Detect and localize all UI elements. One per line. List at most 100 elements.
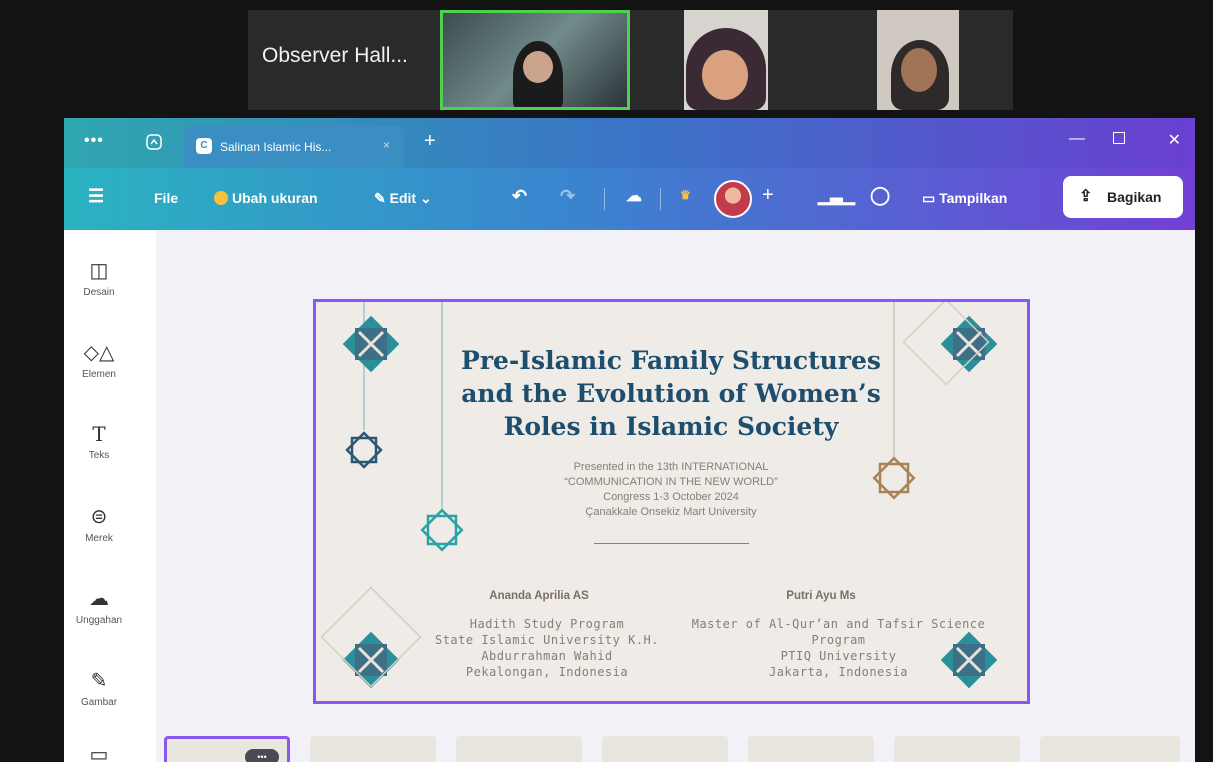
sidebar-item-brand[interactable]: ⊜ Merek — [64, 504, 134, 544]
author-2-affiliation[interactable]: Master of Al-Qur’an and Tafsir Science P… — [676, 616, 1001, 680]
sidebar-item-label: Merek — [85, 533, 113, 544]
title-line: and the Evolution of Women’s — [461, 379, 881, 408]
page-thumbnail[interactable] — [748, 736, 874, 762]
title-bar: ••• C Salinan Islamic His... × + — ✕ — [64, 118, 1195, 168]
hamburger-menu-icon[interactable]: ☰ — [88, 186, 104, 207]
sidebar-item-uploads[interactable]: ☁ Unggahan — [64, 586, 134, 626]
affiliation-line: Jakarta, Indonesia — [768, 665, 909, 679]
page-thumbnail[interactable] — [456, 736, 582, 762]
sidebar-item-label: Unggahan — [75, 615, 123, 626]
text-icon: T — [92, 422, 106, 446]
toolbar-divider — [660, 188, 661, 210]
author-2-name[interactable]: Putri Ayu Ms — [736, 590, 906, 602]
toolbar-divider — [604, 188, 605, 210]
present-icon: ▭ — [922, 190, 940, 206]
more-menu-icon[interactable]: ••• — [84, 132, 104, 150]
minimize-icon[interactable]: — — [1069, 130, 1085, 148]
ornament-tile-icon — [940, 315, 998, 373]
present-button[interactable]: ▭ Tampilkan — [922, 190, 1007, 207]
title-line: Roles in Islamic Society — [503, 412, 839, 441]
affiliation-line: State Islamic University K.H. — [434, 633, 659, 647]
slide-title[interactable]: Pre-Islamic Family Structures and the Ev… — [436, 344, 906, 443]
star-outline-icon — [345, 431, 383, 469]
shapes-icon: ◇△ — [83, 342, 115, 364]
presented-at-text[interactable]: Presented in the 13th INTERNATIONAL “COM… — [496, 460, 846, 520]
sidebar-item-label: Gambar — [80, 697, 118, 708]
crown-icon — [214, 191, 228, 205]
edit-menu[interactable]: ✎ Edit ⌄ — [374, 190, 432, 207]
share-label: Bagikan — [1107, 189, 1162, 205]
sidebar-item-draw[interactable]: ✎ Gambar — [64, 668, 134, 708]
folder-icon: ▭ — [89, 744, 109, 762]
file-menu[interactable]: File — [154, 190, 178, 206]
close-window-icon[interactable]: ✕ — [1168, 130, 1181, 150]
crown-icon[interactable]: ♛ — [680, 188, 691, 202]
edit-label: Edit — [389, 190, 417, 206]
tab-title: Salinan Islamic His... — [220, 140, 332, 154]
affiliation-line: Master of Al-Qur’an and Tafsir Science — [691, 617, 986, 631]
avatar[interactable] — [714, 180, 752, 218]
screen: Observer Hall... ••• C Salinan Islamic H… — [0, 0, 1213, 762]
share-upload-icon: ⇪ — [1079, 188, 1093, 205]
presented-line: Presented in the 13th INTERNATIONAL — [573, 461, 769, 473]
brand-icon: ⊜ — [90, 506, 108, 528]
video-call-strip: Observer Hall... — [248, 10, 1013, 110]
resize-button[interactable]: Ubah ukuran — [214, 190, 318, 206]
undo-icon[interactable]: ↶ — [512, 186, 527, 207]
present-label: Tampilkan — [939, 190, 1008, 206]
add-collaborator-icon[interactable]: + — [762, 184, 774, 207]
sidebar-item-label: Desain — [83, 287, 115, 298]
page-thumbnail[interactable] — [310, 736, 436, 762]
home-icon[interactable] — [144, 133, 164, 153]
layout-icon: ◫ — [89, 260, 109, 282]
presented-line: Congress 1-3 October 2024 — [603, 491, 739, 503]
cloud-saved-icon[interactable]: ☁ — [626, 186, 642, 206]
page-thumbnail[interactable] — [1040, 736, 1180, 762]
page-thumbnail[interactable]: ••• — [164, 736, 290, 762]
close-tab-icon[interactable]: × — [383, 138, 390, 152]
side-panel: ◫ Desain ◇△ Elemen T Teks ⊜ Merek ☁ Ungg… — [64, 230, 156, 762]
maximize-icon[interactable] — [1113, 132, 1125, 144]
ornament-tile-icon — [342, 631, 400, 689]
canva-window: ••• C Salinan Islamic His... × + — ✕ ☰ F… — [64, 118, 1195, 762]
sidebar-item-label: Elemen — [82, 369, 116, 380]
pencil-icon: ✎ — [374, 190, 390, 206]
divider-line — [594, 543, 749, 544]
affiliation-line: Pekalongan, Indonesia — [465, 665, 629, 679]
comment-icon[interactable]: ◯ — [870, 185, 890, 206]
title-line: Pre-Islamic Family Structures — [461, 346, 881, 375]
author-1-affiliation[interactable]: Hadith Study Program State Islamic Unive… — [432, 616, 662, 680]
star-outline-icon — [420, 508, 464, 552]
sidebar-item-projects[interactable]: ▭ — [64, 742, 134, 762]
new-tab-button[interactable]: + — [424, 130, 436, 153]
sidebar-item-text[interactable]: T Teks — [64, 422, 134, 461]
sidebar-item-label: Teks — [88, 450, 110, 461]
page-thumbnail[interactable] — [894, 736, 1020, 762]
observer-label: Observer Hall... — [262, 44, 408, 67]
presented-line: Çanakkale Onsekiz Mart University — [585, 506, 757, 518]
slide-canvas[interactable]: Pre-Islamic Family Structures and the Ev… — [313, 299, 1030, 704]
draw-icon: ✎ — [90, 670, 108, 692]
sidebar-item-elements[interactable]: ◇△ Elemen — [64, 340, 134, 380]
affiliation-line: Hadith Study Program — [469, 617, 625, 631]
share-button[interactable]: ⇪ Bagikan — [1063, 176, 1183, 218]
video-tile-participant-2[interactable] — [684, 10, 768, 110]
page-thumbnail[interactable] — [602, 736, 728, 762]
tab-document[interactable]: C Salinan Islamic His... × — [184, 126, 404, 168]
affiliation-line: PTIQ University — [780, 649, 897, 663]
video-tile-participant-3[interactable] — [877, 10, 959, 110]
editor-toolbar: ☰ File Ubah ukuran ✎ Edit ⌄ ↶ ↷ ☁ ♛ + ▁▃… — [64, 168, 1195, 230]
presented-line: “COMMUNICATION IN THE NEW WORLD” — [564, 476, 778, 488]
sidebar-item-design[interactable]: ◫ Desain — [64, 258, 134, 298]
redo-icon[interactable]: ↷ — [560, 186, 575, 207]
video-tile-participant-1[interactable] — [440, 10, 630, 110]
analytics-icon[interactable]: ▁▃▁ — [818, 186, 855, 206]
thumbnail-more-button[interactable]: ••• — [245, 749, 279, 762]
author-1-name[interactable]: Ananda Aprilia AS — [454, 590, 624, 602]
affiliation-line: Program — [811, 633, 866, 647]
star-outline-icon — [872, 456, 916, 500]
upload-icon: ☁ — [89, 588, 109, 610]
resize-label: Ubah ukuran — [232, 190, 318, 206]
chevron-down-icon: ⌄ — [416, 190, 432, 206]
page-thumbnails: ••• — [164, 736, 1195, 762]
